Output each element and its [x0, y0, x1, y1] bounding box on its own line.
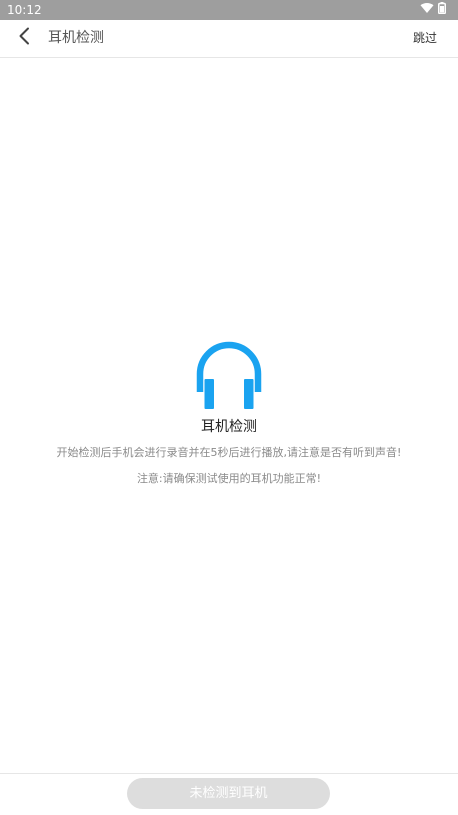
headphone-icon: [196, 341, 262, 409]
chevron-left-icon: [18, 27, 30, 49]
status-bar: 10:12: [0, 0, 458, 20]
skip-button[interactable]: 跳过: [413, 20, 437, 57]
back-button[interactable]: [12, 26, 36, 50]
detection-description: 开始检测后手机会进行录音并在5秒后进行播放,请注意是否有听到声音!: [56, 446, 402, 459]
headphone-detection-screen: 10:12 耳机检测 跳过 耳机检测 开始检测后手机会进行录音并在5秒后进行播放…: [0, 0, 458, 815]
app-bar: 耳机检测 跳过: [0, 20, 458, 58]
detection-info: 耳机检测 开始检测后手机会进行录音并在5秒后进行播放,请注意是否有听到声音! 注…: [0, 340, 458, 486]
wifi-icon: [420, 0, 434, 20]
battery-icon: [438, 0, 446, 20]
headphone-status-button[interactable]: 未检测到耳机: [127, 778, 330, 809]
bottom-divider: [0, 773, 458, 774]
status-time: 10:12: [7, 3, 42, 17]
page-title: 耳机检测: [48, 30, 104, 46]
detection-title: 耳机检测: [201, 419, 257, 435]
detection-notice: 注意:请确保测试使用的耳机功能正常!: [136, 472, 322, 485]
status-icons: [420, 2, 446, 16]
